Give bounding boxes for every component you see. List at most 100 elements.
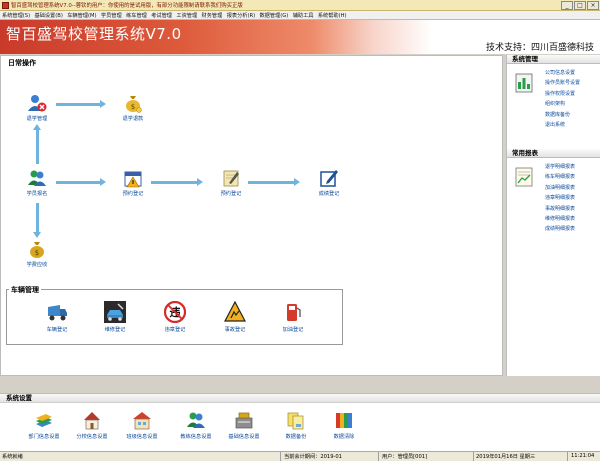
violation-report-link[interactable]: 违章明细报表 <box>545 193 575 203</box>
fuel-register-label: 加油登记 <box>282 327 304 333</box>
fuel-register-button[interactable]: 加油登记 <box>273 301 313 333</box>
house-icon <box>82 410 102 430</box>
menu-finance[interactable]: 财务管理 <box>202 12 223 19</box>
classroom-icon <box>132 410 152 430</box>
refund-node[interactable]: $ 退学退款 <box>113 93 153 122</box>
repair-register-label: 维修登记 <box>104 327 126 333</box>
department-settings-button[interactable]: 部门信息设置 <box>20 410 68 440</box>
withdraw-report-link[interactable]: 退学明细报表 <box>545 162 575 172</box>
score-node[interactable]: 成绩登记 <box>309 168 349 197</box>
app-title: 智百盛驾校管理系统V7.0 <box>6 25 182 43</box>
menu-exam[interactable]: 考试管理 <box>151 12 172 19</box>
violation-icon: 违 <box>163 300 187 324</box>
edit-pen-icon <box>319 168 339 188</box>
violation-register-button[interactable]: 违 违章登记 <box>155 300 195 333</box>
enroll-label: 学员报名 <box>26 191 48 197</box>
calendar-alert-icon <box>123 168 143 188</box>
schedule-label: 预约登记 <box>122 191 144 197</box>
basic-settings-button[interactable]: 基础信息设置 <box>220 410 268 440</box>
appointment-node[interactable]: 预约登记 <box>211 168 251 197</box>
menu-tools[interactable]: 辅助工具 <box>293 12 314 19</box>
menu-system[interactable]: 系统管理(S) <box>2 12 30 19</box>
withdraw-node[interactable]: 退学管理 <box>17 93 57 122</box>
vehicle-management-box: 车辆管理 车辆登记 维修登记 违 违章登记 事故登记 加油登记 <box>6 285 343 345</box>
daily-operations-title: 日常操作 <box>8 59 36 67</box>
menu-vehicle[interactable]: 车辆管理(M) <box>67 12 96 19</box>
backup-icon <box>286 410 306 430</box>
note-edit-icon <box>221 168 241 188</box>
company-info-link[interactable]: 公司信息设置 <box>545 68 580 78</box>
tuition-bag-icon: $ <box>27 239 47 259</box>
accident-report-link[interactable]: 事故明细报表 <box>545 204 575 214</box>
arrow-appointment-to-score <box>248 178 300 186</box>
support-text: 技术支持：四川百盛德科技 <box>485 43 594 53</box>
status-separator <box>473 452 474 461</box>
data-backup-label: 数据备份 <box>285 434 307 440</box>
menu-student[interactable]: 学员管理 <box>101 12 122 19</box>
warning-sign-icon <box>224 300 246 323</box>
car-repair-icon <box>104 301 126 323</box>
branch-settings-button[interactable]: 分校信息设置 <box>68 410 116 440</box>
system-management-section: 系统管理 公司信息设置 操作员账号设置 操作权限设置 组织架构 数据库备份 退出… <box>507 55 600 128</box>
organization-link[interactable]: 组织架构 <box>545 99 580 109</box>
status-separator <box>280 452 281 461</box>
status-user: 用户：管理员[001] <box>382 454 428 460</box>
common-reports-section: 常用报表 退学明细报表 练车明细报表 加油明细报表 违章明细报表 事故明细报表 … <box>507 149 600 232</box>
menu-reports[interactable]: 报表分析(R) <box>227 12 255 19</box>
arrow-enroll-to-fee <box>33 203 41 238</box>
system-settings-title: 系统设置 <box>0 394 600 403</box>
menu-data[interactable]: 数据管理(G) <box>259 12 288 19</box>
operator-account-link[interactable]: 操作员账号设置 <box>545 78 580 88</box>
repair-report-link[interactable]: 维修明细报表 <box>545 214 575 224</box>
menu-help[interactable]: 系统帮助(H) <box>318 12 347 19</box>
close-button[interactable]: × <box>587 1 599 10</box>
chart-sheet-icon <box>515 73 533 93</box>
practice-report-link[interactable]: 练车明细报表 <box>545 172 575 182</box>
menu-salary[interactable]: 工资管理 <box>176 12 197 19</box>
app-icon <box>2 1 9 9</box>
schedule-node[interactable]: 预约登记 <box>113 168 153 197</box>
svg-text:$: $ <box>35 249 39 257</box>
vehicle-register-button[interactable]: 车辆登记 <box>37 301 77 333</box>
permission-settings-link[interactable]: 操作权限设置 <box>545 89 580 99</box>
data-clear-button[interactable]: 数据清除 <box>320 410 368 440</box>
exit-system-link[interactable]: 退出系统 <box>545 120 580 130</box>
menu-basic-settings[interactable]: 基础设置(B) <box>34 12 62 19</box>
data-backup-button[interactable]: 数据备份 <box>272 410 320 440</box>
coach-settings-button[interactable]: 教练信息设置 <box>172 410 220 440</box>
arrow-enroll-to-schedule <box>56 178 106 186</box>
common-reports-links: 退学明细报表 练车明细报表 加油明细报表 违章明细报表 事故明细报表 维修明细报… <box>545 162 575 235</box>
accident-register-button[interactable]: 事故登记 <box>215 300 255 333</box>
score-report-link[interactable]: 成绩明细报表 <box>545 224 575 234</box>
svg-text:$: $ <box>131 103 135 111</box>
basic-settings-label: 基础信息设置 <box>228 434 260 440</box>
fee-node[interactable]: $ 学费应收 <box>17 239 57 268</box>
title-bar: 智百盛驾校管理系统V7.0--蓉钦的用户：你使用的是试用版，有部分功能限制请联系… <box>0 0 600 11</box>
coaches-icon <box>186 410 206 430</box>
fuel-report-link[interactable]: 加油明细报表 <box>545 183 575 193</box>
enroll-node[interactable]: 学员报名 <box>17 168 57 197</box>
branch-settings-label: 分校信息设置 <box>76 434 108 440</box>
users-icon <box>27 168 47 188</box>
fuel-pump-icon <box>282 301 304 323</box>
score-label: 成绩登记 <box>318 191 340 197</box>
right-panel: 系统管理 公司信息设置 操作员账号设置 操作权限设置 组织架构 数据库备份 退出… <box>506 55 600 376</box>
tools-box-icon <box>234 410 254 430</box>
accident-register-label: 事故登记 <box>224 327 246 333</box>
truck-icon <box>46 301 68 323</box>
common-reports-title: 常用报表 <box>507 149 600 158</box>
vehicle-management-title: 车辆管理 <box>9 285 41 295</box>
fee-label: 学费应收 <box>26 262 48 268</box>
minimize-button[interactable]: _ <box>561 1 573 10</box>
arrow-withdraw-to-refund <box>56 100 106 108</box>
database-backup-link[interactable]: 数据库备份 <box>545 110 580 120</box>
menu-practice[interactable]: 练车管理 <box>126 12 147 19</box>
money-bag-icon: $ <box>123 93 143 113</box>
system-management-title: 系统管理 <box>507 55 600 64</box>
status-bar: 系统就绪 当前会计期间：2019-01 用户：管理员[001] 2019年01月… <box>0 451 600 461</box>
system-settings-panel: 系统设置 部门信息设置 分校信息设置 班级信息设置 教练信息设置 基础信息设置 <box>0 393 600 451</box>
repair-register-button[interactable]: 维修登记 <box>95 301 135 333</box>
status-date: 2019年01月16日 星期三 <box>476 454 536 460</box>
maximize-button[interactable]: □ <box>574 1 586 10</box>
class-settings-button[interactable]: 班级信息设置 <box>118 410 166 440</box>
